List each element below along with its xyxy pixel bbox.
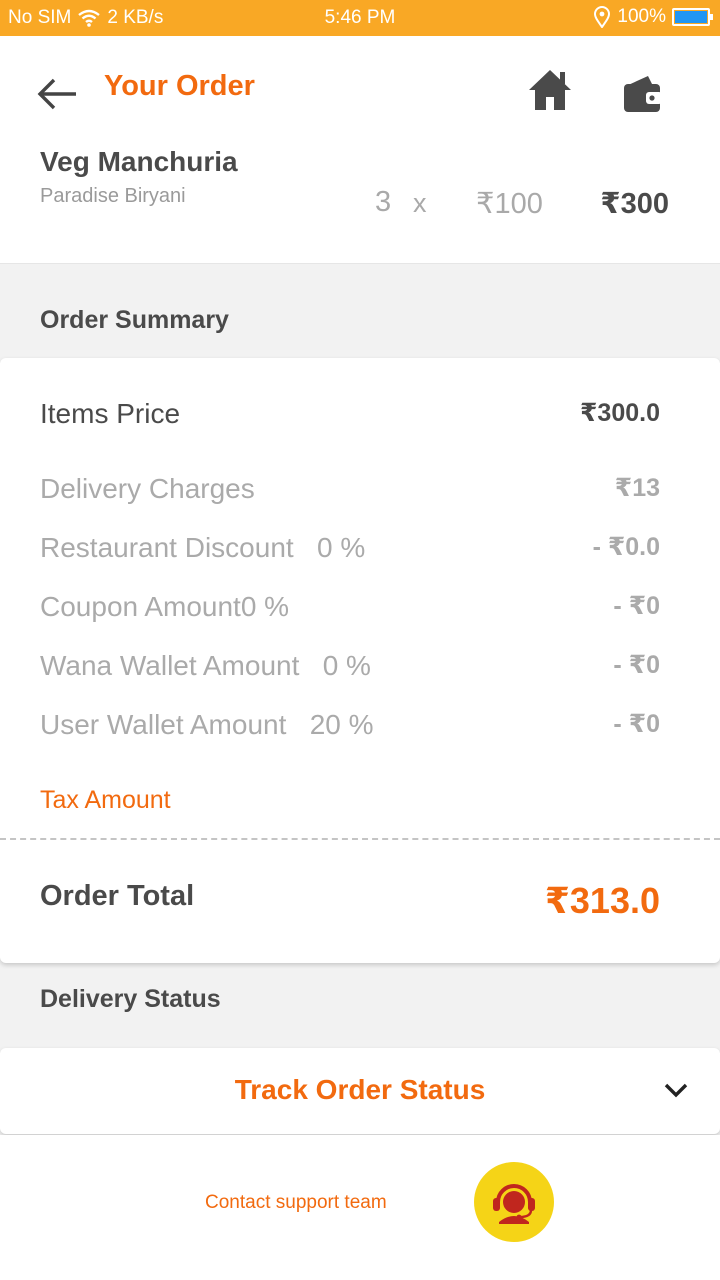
battery-percent: 100%	[617, 6, 666, 27]
location-icon	[594, 6, 611, 28]
headset-agent-icon	[493, 1184, 535, 1224]
items-price-label: Items Price	[40, 398, 181, 429]
item-name: Veg Manchuria	[40, 146, 238, 177]
coupon-amount-value: - ₹0	[613, 592, 660, 620]
order-total-value: ₹313.0	[544, 880, 660, 921]
delivery-charges-value: ₹13	[614, 474, 660, 502]
item-total-price: ₹300	[600, 188, 669, 220]
contact-support-link[interactable]: Contact support team	[205, 1192, 387, 1214]
item-unit-price: ₹100	[476, 188, 543, 220]
status-bar: No SIM 2 KB/s 5:46 PM 100%	[0, 0, 720, 36]
wallet-icon[interactable]	[620, 72, 664, 116]
order-summary-heading: Order Summary	[40, 306, 229, 334]
back-arrow-icon[interactable]	[36, 76, 80, 112]
order-header: Your Order Veg Manchuria Paradise Biryan…	[0, 36, 720, 264]
track-order-label: Track Order Status	[234, 1074, 486, 1105]
support-button[interactable]	[474, 1162, 554, 1242]
delivery-charges-label: Delivery Charges	[40, 473, 255, 504]
support-area: Contact support team	[0, 1135, 720, 1280]
restaurant-discount-value: - ₹0.0	[592, 533, 660, 561]
status-right: 100%	[593, 6, 713, 28]
user-wallet-label: User Wallet Amount 20 %	[40, 709, 374, 740]
tax-amount-link[interactable]: Tax Amount	[40, 786, 171, 815]
order-total-label: Order Total	[40, 880, 195, 912]
multiply-sign: x	[413, 188, 427, 218]
wana-wallet-value: - ₹0	[613, 651, 660, 679]
coupon-amount-label: Coupon Amount0 %	[40, 591, 290, 622]
item-quantity: 3	[375, 186, 392, 218]
restaurant-name: Paradise Biryani	[40, 185, 186, 207]
page-title: Your Order	[104, 70, 255, 102]
user-wallet-value: - ₹0	[613, 710, 660, 738]
items-price-value: ₹300.0	[580, 399, 660, 427]
delivery-status-heading: Delivery Status	[40, 985, 221, 1013]
order-summary-card: Items Price ₹300.0 Delivery Charges ₹13 …	[0, 358, 720, 963]
wana-wallet-label: Wana Wallet Amount 0 %	[40, 650, 371, 681]
restaurant-discount-label: Restaurant Discount 0 %	[40, 532, 366, 563]
battery-icon	[672, 8, 713, 26]
dashed-divider	[0, 838, 720, 840]
home-icon[interactable]	[526, 66, 574, 114]
chevron-down-icon[interactable]	[662, 1078, 690, 1102]
track-order-button[interactable]: Track Order Status	[0, 1048, 720, 1134]
